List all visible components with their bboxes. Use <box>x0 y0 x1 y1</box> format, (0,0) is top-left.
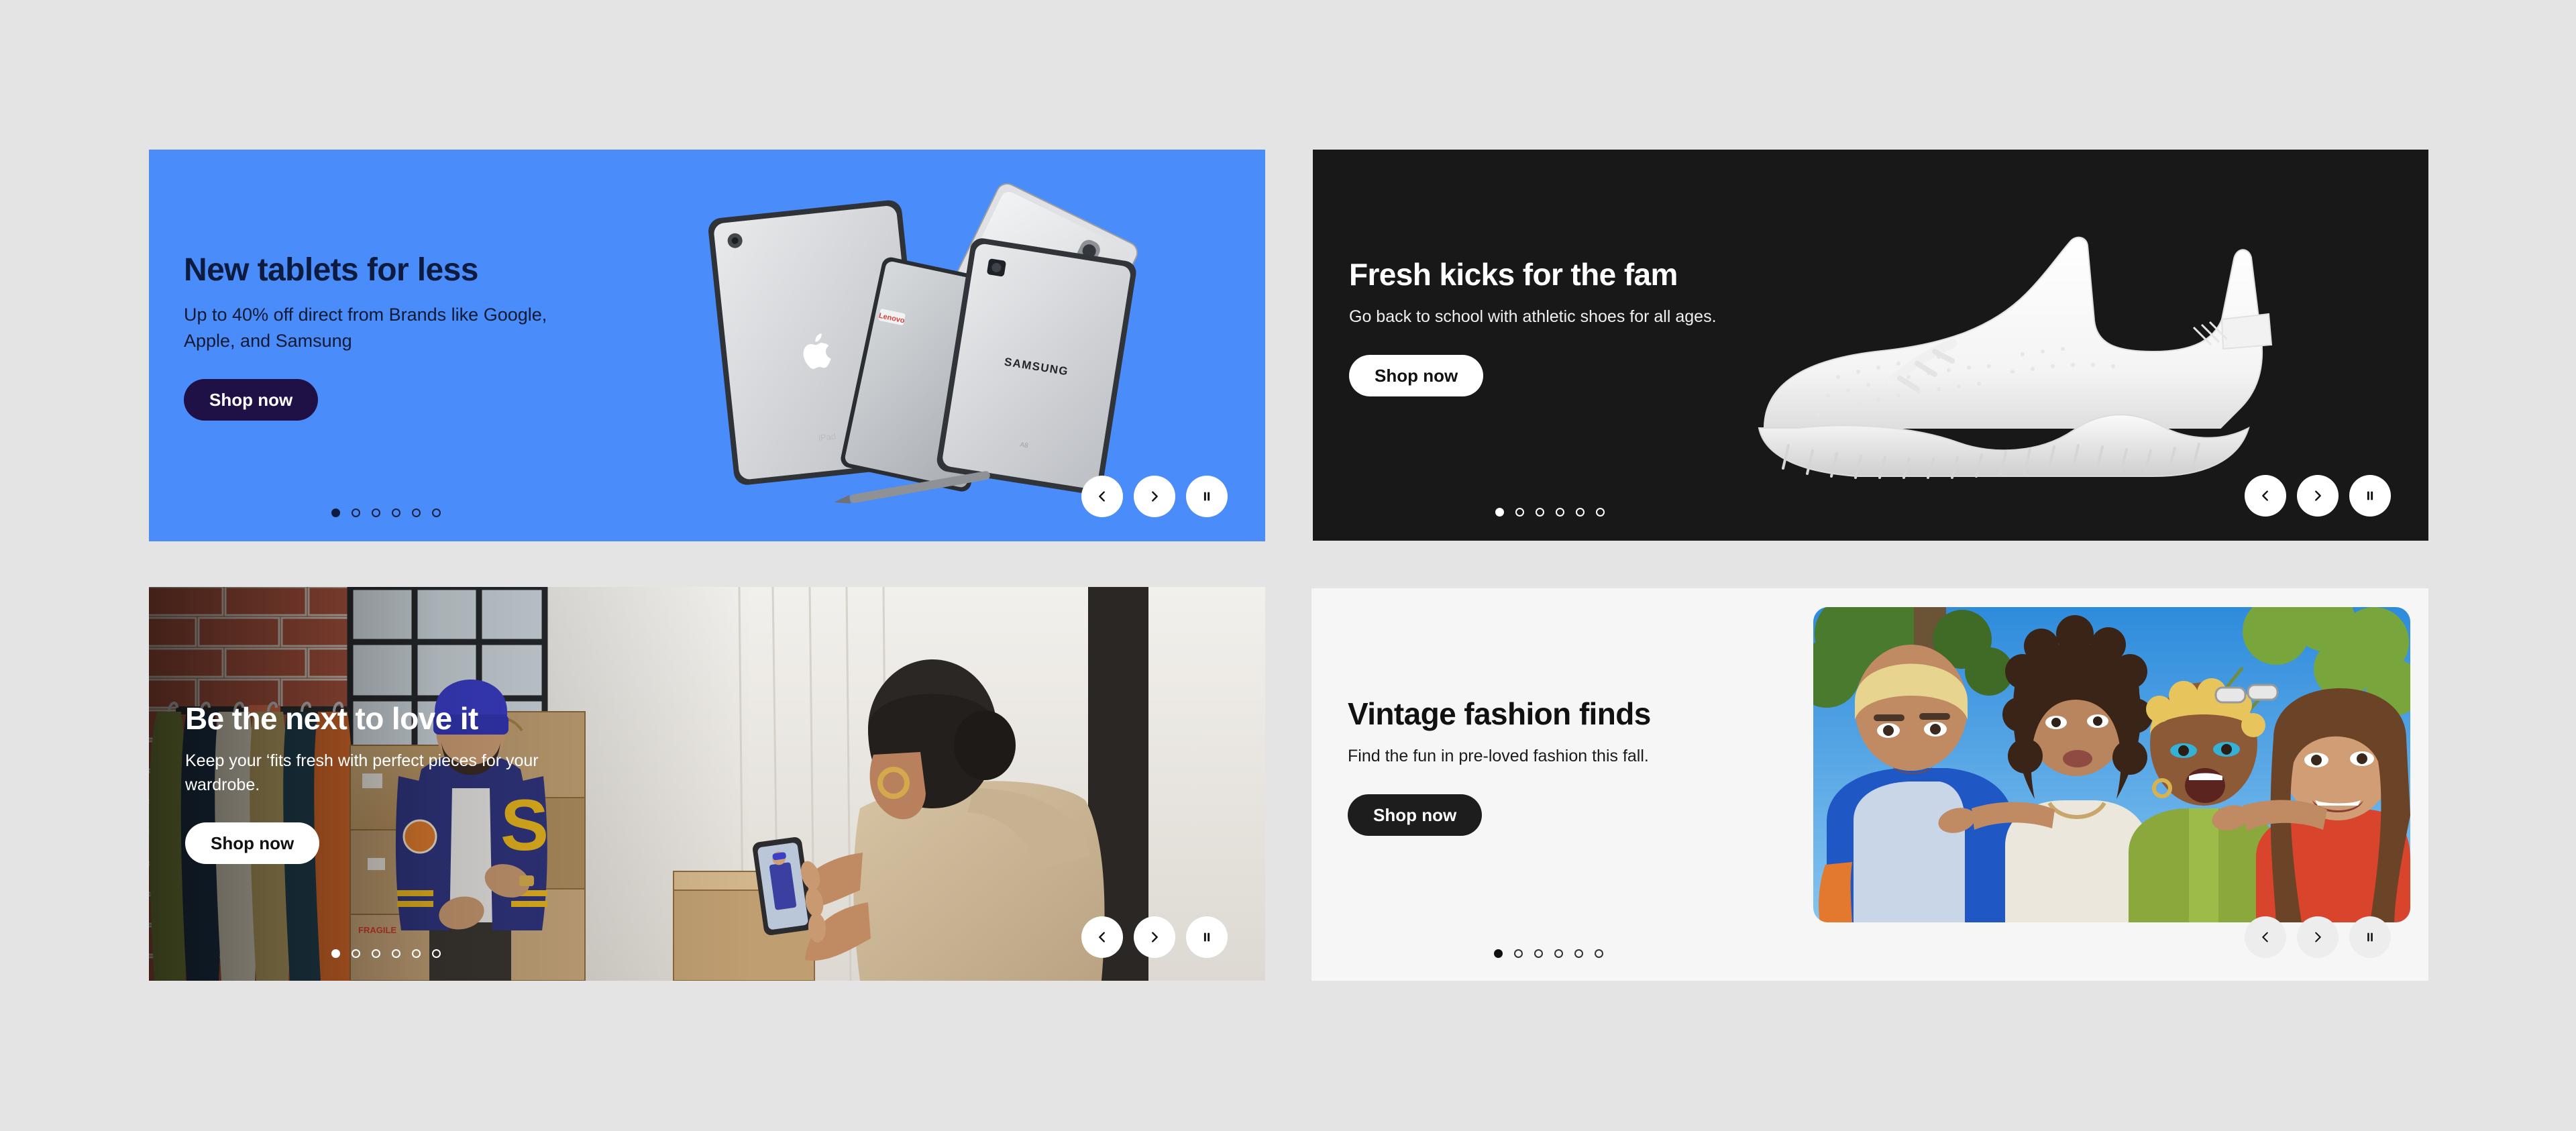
carousel-next-button[interactable] <box>2297 475 2339 517</box>
carousel-dot-2[interactable] <box>1515 508 1524 517</box>
carousel-dot-6[interactable] <box>432 508 441 517</box>
promo-card-kicks[interactable]: Fresh kicks for the fam Go back to schoo… <box>1313 150 2428 541</box>
pause-icon <box>1203 932 1210 942</box>
pause-icon <box>1203 492 1210 501</box>
chevron-right-icon <box>1152 491 1158 502</box>
carousel-dot-3[interactable] <box>1536 508 1544 517</box>
carousel-dot-3[interactable] <box>1534 949 1543 958</box>
chevron-left-icon <box>1099 491 1105 502</box>
carousel-next-button[interactable] <box>1134 916 1175 958</box>
carousel-dot-6[interactable] <box>432 949 441 958</box>
carousel-dot-1[interactable] <box>331 949 340 958</box>
carousel-dot-3[interactable] <box>372 949 380 958</box>
carousel-controls <box>1081 476 1228 517</box>
carousel-controls <box>2245 475 2391 517</box>
carousel-dots[interactable] <box>331 508 441 517</box>
carousel-dot-4[interactable] <box>1556 508 1564 517</box>
subcopy: Go back to school with athletic shoes fo… <box>1349 307 1717 327</box>
carousel-dots[interactable] <box>1495 508 1605 517</box>
headline: Be the next to love it <box>185 701 478 736</box>
card-copy-kicks: Fresh kicks for the fam Go back to schoo… <box>1349 258 1717 396</box>
headline: Fresh kicks for the fam <box>1349 257 1678 292</box>
carousel-pause-button[interactable] <box>2349 916 2391 958</box>
tablets-product-image: iPad Lenovo SAMSUNG A8 <box>708 183 1138 504</box>
carousel-prev-button[interactable] <box>1081 916 1123 958</box>
svg-text:iPad: iPad <box>818 431 836 443</box>
pause-icon <box>2367 932 2373 942</box>
promo-card-vintage[interactable]: Vintage fashion finds Find the fun in pr… <box>1311 588 2428 981</box>
carousel-pause-button[interactable] <box>2349 475 2391 517</box>
chevron-left-icon <box>2262 932 2268 942</box>
card-copy-loveit: Be the next to love it Keep your ‘fits f… <box>185 701 561 865</box>
carousel-dot-5[interactable] <box>1576 508 1585 517</box>
carousel-next-button[interactable] <box>2297 916 2339 958</box>
carousel-next-button[interactable] <box>1134 476 1175 517</box>
shop-now-button[interactable]: Shop now <box>185 822 320 865</box>
carousel-dot-1[interactable] <box>1495 508 1504 517</box>
carousel-dot-1[interactable] <box>331 508 340 517</box>
carousel-dots[interactable] <box>1494 949 1603 958</box>
carousel-controls <box>1081 916 1228 958</box>
carousel-pause-button[interactable] <box>1186 916 1228 958</box>
carousel-dot-4[interactable] <box>392 949 400 958</box>
sneaker-product-image <box>1758 236 2273 479</box>
headline: New tablets for less <box>184 252 478 288</box>
subcopy: Up to 40% off direct from Brands like Go… <box>184 305 547 351</box>
carousel-dots[interactable] <box>331 949 441 958</box>
carousel-prev-button[interactable] <box>2245 916 2286 958</box>
chevron-right-icon <box>2315 490 2321 501</box>
carousel-pause-button[interactable] <box>1186 476 1228 517</box>
carousel-dot-6[interactable] <box>1595 949 1603 958</box>
carousel-dot-2[interactable] <box>352 508 360 517</box>
carousel-dot-6[interactable] <box>1596 508 1605 517</box>
carousel-prev-button[interactable] <box>1081 476 1123 517</box>
carousel-dot-3[interactable] <box>372 508 380 517</box>
carousel-dot-5[interactable] <box>412 949 421 958</box>
carousel-dot-4[interactable] <box>1554 949 1563 958</box>
subcopy: Keep your ‘fits fresh with perfect piece… <box>185 751 539 794</box>
promo-card-loveit[interactable]: FRAGILE <box>149 587 1265 981</box>
carousel-controls <box>2245 916 2391 958</box>
chevron-right-icon <box>1152 932 1158 942</box>
carousel-dot-2[interactable] <box>352 949 360 958</box>
chevron-left-icon <box>1099 932 1105 942</box>
chevron-left-icon <box>2262 490 2268 501</box>
promo-banner-grid: iPad Lenovo SAMSUNG A8 New tablets for l… <box>0 0 2576 1131</box>
carousel-dot-4[interactable] <box>392 508 400 517</box>
carousel-dot-5[interactable] <box>1574 949 1583 958</box>
carousel-dot-5[interactable] <box>412 508 421 517</box>
shop-now-button[interactable]: Shop now <box>1348 794 1483 836</box>
carousel-dot-1[interactable] <box>1494 949 1503 958</box>
subcopy: Find the fun in pre-loved fashion this f… <box>1348 747 1649 766</box>
headline: Vintage fashion finds <box>1348 696 1651 731</box>
chevron-right-icon <box>2315 932 2321 942</box>
carousel-prev-button[interactable] <box>2245 475 2286 517</box>
card-copy-tablets: New tablets for less Up to 40% off direc… <box>184 252 586 421</box>
friends-photo <box>1813 607 2410 922</box>
svg-text:A8: A8 <box>1020 441 1029 450</box>
promo-card-tablets[interactable]: iPad Lenovo SAMSUNG A8 New tablets for l… <box>149 150 1265 541</box>
pause-icon <box>2367 491 2373 500</box>
friends-photo-illustration <box>1813 607 2410 922</box>
carousel-dot-2[interactable] <box>1514 949 1523 958</box>
shop-now-button[interactable]: Shop now <box>1349 354 1484 396</box>
card-copy-vintage: Vintage fashion finds Find the fun in pr… <box>1348 698 1651 836</box>
shop-now-button[interactable]: Shop now <box>184 379 319 421</box>
